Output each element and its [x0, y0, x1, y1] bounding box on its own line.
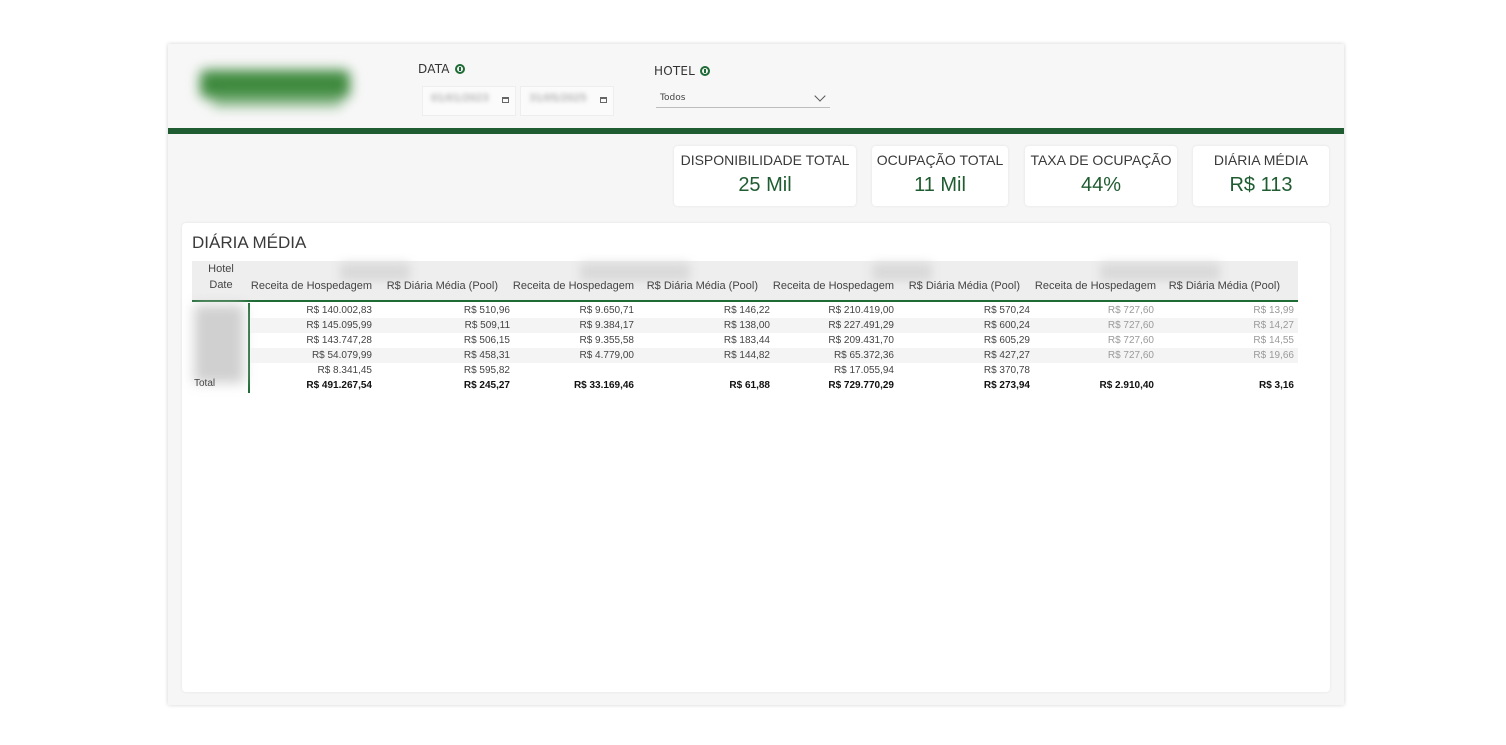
- matrix-cell[interactable]: R$ 427,27: [910, 348, 1030, 363]
- report-canvas: DATA 01/01/2023 31/05/2025 HOTEL Todos D…: [168, 44, 1344, 705]
- matrix-cell[interactable]: R$ 8.341,45: [252, 363, 373, 378]
- matrix-title: DIÁRIA MÉDIA: [192, 233, 307, 252]
- column-header[interactable]: R$ Diária Média (Pool): [894, 280, 1020, 292]
- matrix-total-cell[interactable]: R$ 273,94: [910, 378, 1030, 393]
- hotel-name-header: [580, 263, 690, 281]
- kpi-value: 11 Mil: [914, 174, 966, 196]
- matrix-panel: DIÁRIA MÉDIA Hotel Date Receita de Hospe…: [182, 223, 1330, 692]
- matrix-cell[interactable]: R$ 9.355,58: [514, 333, 635, 348]
- matrix-cell[interactable]: [514, 363, 634, 378]
- matrix-cell[interactable]: R$ 605,29: [910, 333, 1030, 348]
- matrix-cell[interactable]: R$ 510,96: [390, 303, 510, 318]
- matrix-cell[interactable]: R$ 140.002,83: [252, 303, 372, 318]
- matrix-cell[interactable]: R$ 506,15: [390, 333, 510, 348]
- matrix-cell[interactable]: R$ 4.779,00: [514, 348, 635, 363]
- matrix-cell[interactable]: [1034, 363, 1154, 378]
- info-icon[interactable]: [700, 66, 711, 76]
- matrix-total-cell[interactable]: R$ 245,27: [390, 378, 510, 393]
- kpi-card-occupancy: OCUPAÇÃO TOTAL 11 Mil: [872, 146, 1008, 206]
- date-filter-label: DATA: [418, 62, 465, 76]
- matrix-cell[interactable]: R$ 13,99: [1174, 303, 1294, 318]
- hotel-filter-label: HOTEL: [654, 64, 711, 78]
- company-logo: [192, 66, 360, 108]
- matrix-total-cell[interactable]: R$ 729.770,29: [774, 378, 894, 393]
- row-header-date: Date: [209, 279, 233, 291]
- matrix-total-cell[interactable]: R$ 61,88: [650, 378, 770, 393]
- matrix-cell[interactable]: R$ 570,24: [910, 303, 1030, 318]
- column-header[interactable]: R$ Diária Média (Pool): [634, 280, 758, 292]
- matrix-cell[interactable]: R$ 143.747,28: [252, 333, 372, 348]
- matrix-cell[interactable]: R$ 509,11: [390, 318, 510, 333]
- hotel-dropdown-value: Todos: [660, 93, 686, 103]
- column-header[interactable]: R$ Diária Média (Pool): [1156, 280, 1280, 292]
- date-filter-label-text: DATA: [418, 62, 450, 76]
- hotel-filter-label-text: HOTEL: [654, 64, 696, 78]
- kpi-value: 25 Mil: [738, 174, 792, 196]
- matrix-cell[interactable]: R$ 183,44: [650, 333, 770, 348]
- start-date-input[interactable]: 01/01/2023: [422, 86, 516, 116]
- matrix-cell[interactable]: R$ 14,55: [1174, 333, 1294, 348]
- matrix-cell[interactable]: R$ 9.650,71: [514, 303, 635, 318]
- kpi-card-average-rate: DIÁRIA MÉDIA R$ 113: [1193, 146, 1329, 206]
- header-band: DATA 01/01/2023 31/05/2025 HOTEL Todos: [168, 44, 1344, 128]
- matrix-total-cell[interactable]: R$ 3,16: [1174, 378, 1294, 393]
- hotel-name-header: [340, 263, 410, 281]
- kpi-card-occupancy-rate: TAXA DE OCUPAÇÃO 44%: [1025, 146, 1177, 206]
- matrix-cell[interactable]: R$ 54.079,99: [252, 348, 372, 363]
- calendar-icon[interactable]: [502, 97, 509, 103]
- kpi-label: DIÁRIA MÉDIA: [1213, 152, 1309, 168]
- end-date-input[interactable]: 31/05/2025: [520, 86, 614, 116]
- hotel-name-header: [872, 263, 932, 281]
- row-header-hotel: Hotel: [208, 263, 234, 275]
- column-header[interactable]: Receita de Hospedagem: [1020, 280, 1156, 292]
- matrix-cell[interactable]: R$ 727,60: [1034, 303, 1154, 318]
- matrix-column-header: Hotel Date Receita de Hospedagem R$ Diár…: [192, 261, 1298, 301]
- matrix-cell[interactable]: R$ 9.384,17: [514, 318, 635, 333]
- matrix-cell[interactable]: R$ 370,78: [910, 363, 1030, 378]
- start-date-value: 01/01/2023: [431, 93, 489, 104]
- matrix-cell[interactable]: R$ 727,60: [1034, 333, 1154, 348]
- info-icon[interactable]: [454, 64, 465, 74]
- kpi-label: TAXA DE OCUPAÇÃO: [1030, 152, 1172, 168]
- matrix-total-cell[interactable]: R$ 491.267,54: [252, 378, 372, 393]
- matrix-cell[interactable]: [1174, 363, 1294, 378]
- matrix-cell[interactable]: R$ 227.491,29: [774, 318, 894, 333]
- matrix-cell[interactable]: R$ 727,60: [1034, 348, 1154, 363]
- column-header[interactable]: R$ Diária Média (Pool): [372, 280, 498, 292]
- kpi-value: 44%: [1080, 174, 1122, 196]
- matrix-cell[interactable]: R$ 727,60: [1034, 318, 1154, 333]
- chevron-down-icon[interactable]: [814, 90, 826, 102]
- matrix-cell[interactable]: R$ 17.055,94: [774, 363, 894, 378]
- hotel-name-header: [1100, 263, 1220, 281]
- matrix-cell[interactable]: R$ 458,31: [390, 348, 510, 363]
- kpi-value: R$ 113: [1229, 174, 1293, 196]
- matrix-total-cell[interactable]: R$ 2.910,40: [1034, 378, 1155, 393]
- kpi-card-availability: DISPONIBILIDADE TOTAL 25 Mil: [674, 146, 856, 206]
- header-underline: [192, 300, 1298, 302]
- matrix-total-cell[interactable]: R$ 33.169,46: [514, 378, 634, 393]
- end-date-value: 31/05/2025: [529, 93, 587, 104]
- matrix-cell[interactable]: R$ 14,27: [1174, 318, 1294, 333]
- matrix-cell[interactable]: R$ 19,66: [1174, 348, 1294, 363]
- matrix-cell[interactable]: R$ 209.431,70: [774, 333, 894, 348]
- matrix-cell[interactable]: R$ 138,00: [650, 318, 770, 333]
- kpi-label: DISPONIBILIDADE TOTAL: [680, 152, 850, 168]
- matrix-cell[interactable]: R$ 145.095,99: [252, 318, 372, 333]
- kpi-label: OCUPAÇÃO TOTAL: [876, 152, 1004, 168]
- matrix-cell[interactable]: [650, 363, 770, 378]
- matrix-cell[interactable]: R$ 600,24: [910, 318, 1030, 333]
- column-header[interactable]: Receita de Hospedagem: [498, 280, 634, 292]
- column-header[interactable]: Receita de Hospedagem: [250, 280, 372, 292]
- matrix-cell[interactable]: R$ 210.419,00: [774, 303, 894, 318]
- header-divider: [168, 128, 1344, 134]
- hotel-dropdown[interactable]: Todos: [656, 90, 830, 108]
- matrix-cell[interactable]: R$ 595,82: [390, 363, 510, 378]
- column-header[interactable]: Receita de Hospedagem: [758, 280, 894, 292]
- matrix-cell[interactable]: R$ 65.372,36: [774, 348, 894, 363]
- matrix-cell[interactable]: R$ 146,22: [650, 303, 770, 318]
- matrix-cell[interactable]: R$ 144,82: [650, 348, 770, 363]
- total-label: Total: [194, 378, 216, 389]
- calendar-icon[interactable]: [600, 97, 607, 103]
